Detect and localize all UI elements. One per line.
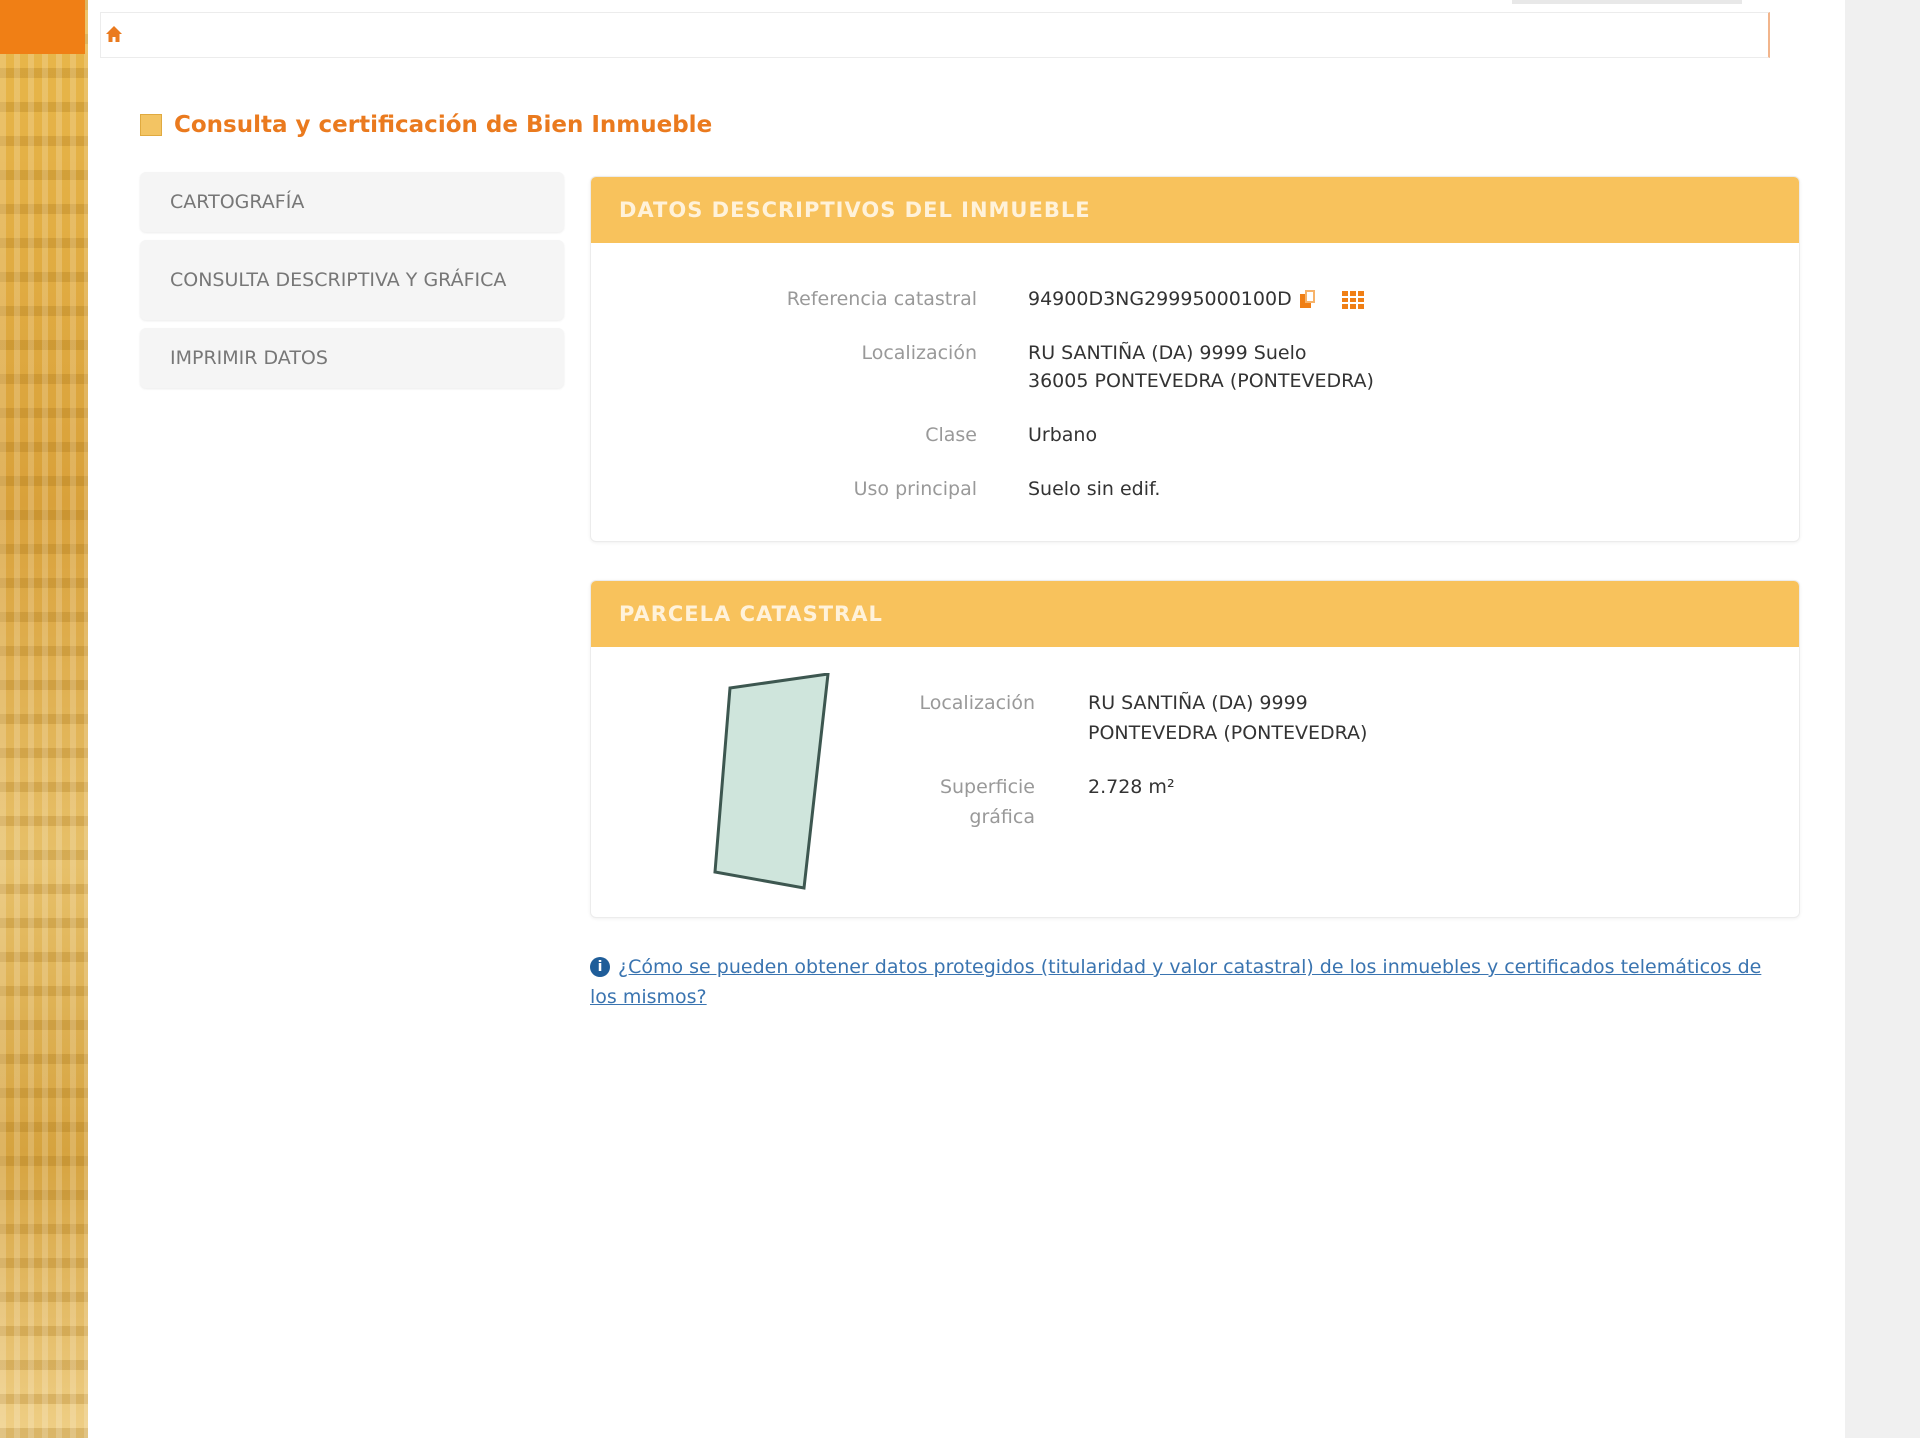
label-referencia: Referencia catastral [786, 288, 977, 310]
panel-datos-descriptivos: DATOS DESCRIPTIVOS DEL INMUEBLE Referenc… [590, 176, 1800, 542]
home-icon[interactable] [104, 24, 124, 44]
value-localizacion-parcela-line1: RU SANTIÑA (DA) 9999 [1088, 692, 1308, 714]
label-localizacion-parcela: Localización [919, 692, 1035, 714]
help-link[interactable]: i ¿Cómo se pueden obtener datos protegido… [590, 952, 1770, 1012]
value-localizacion-line2: 36005 PONTEVEDRA (PONTEVEDRA) [1028, 370, 1374, 392]
label-uso-principal: Uso principal [853, 478, 977, 500]
value-referencia: 94900D3NG29995000100D [1028, 285, 1364, 313]
menu-item-imprimir-datos[interactable]: IMPRIMIR DATOS [140, 328, 564, 388]
breadcrumb [100, 12, 1770, 58]
panel-header: DATOS DESCRIPTIVOS DEL INMUEBLE [591, 177, 1799, 243]
page-title: Consulta y certificación de Bien Inmuebl… [140, 110, 712, 140]
value-localizacion-parcela-line2: PONTEVEDRA (PONTEVEDRA) [1088, 722, 1368, 744]
page-title-text: Consulta y certificación de Bien Inmuebl… [174, 112, 713, 138]
menu-item-consulta-descriptiva[interactable]: CONSULTA DESCRIPTIVA Y GRÁFICA [140, 240, 564, 320]
panel-parcela-catastral: PARCELA CATASTRAL Localización RU SANTIÑ… [590, 580, 1800, 918]
info-icon: i [590, 957, 610, 977]
value-superficie: 2.728 m² [1088, 776, 1175, 798]
document-icon [140, 114, 162, 136]
value-clase: Urbano [1028, 424, 1098, 446]
referencia-text: 94900D3NG29995000100D [1028, 288, 1292, 310]
label-superficie-line2: gráfica [969, 806, 1035, 828]
copy-icon[interactable] [1299, 289, 1318, 310]
value-localizacion-line1: RU SANTIÑA (DA) 9999 Suelo [1028, 342, 1307, 364]
side-menu: CARTOGRAFÍA CONSULTA DESCRIPTIVA Y GRÁFI… [140, 172, 564, 396]
help-link-text[interactable]: ¿Cómo se pueden obtener datos protegidos… [590, 956, 1761, 1008]
right-gutter [1845, 0, 1920, 1438]
grid-icon[interactable] [1341, 290, 1364, 309]
panel-header: PARCELA CATASTRAL [591, 581, 1799, 647]
label-superficie-line1: Superficie [939, 776, 1035, 798]
value-uso-principal: Suelo sin edif. [1028, 478, 1161, 500]
top-tab-edge [1512, 0, 1742, 4]
decorative-side-strip [0, 0, 88, 1438]
label-clase: Clase [925, 424, 977, 446]
orange-corner-block [0, 0, 85, 54]
menu-item-cartografia[interactable]: CARTOGRAFÍA [140, 172, 564, 232]
label-localizacion: Localización [861, 342, 977, 364]
